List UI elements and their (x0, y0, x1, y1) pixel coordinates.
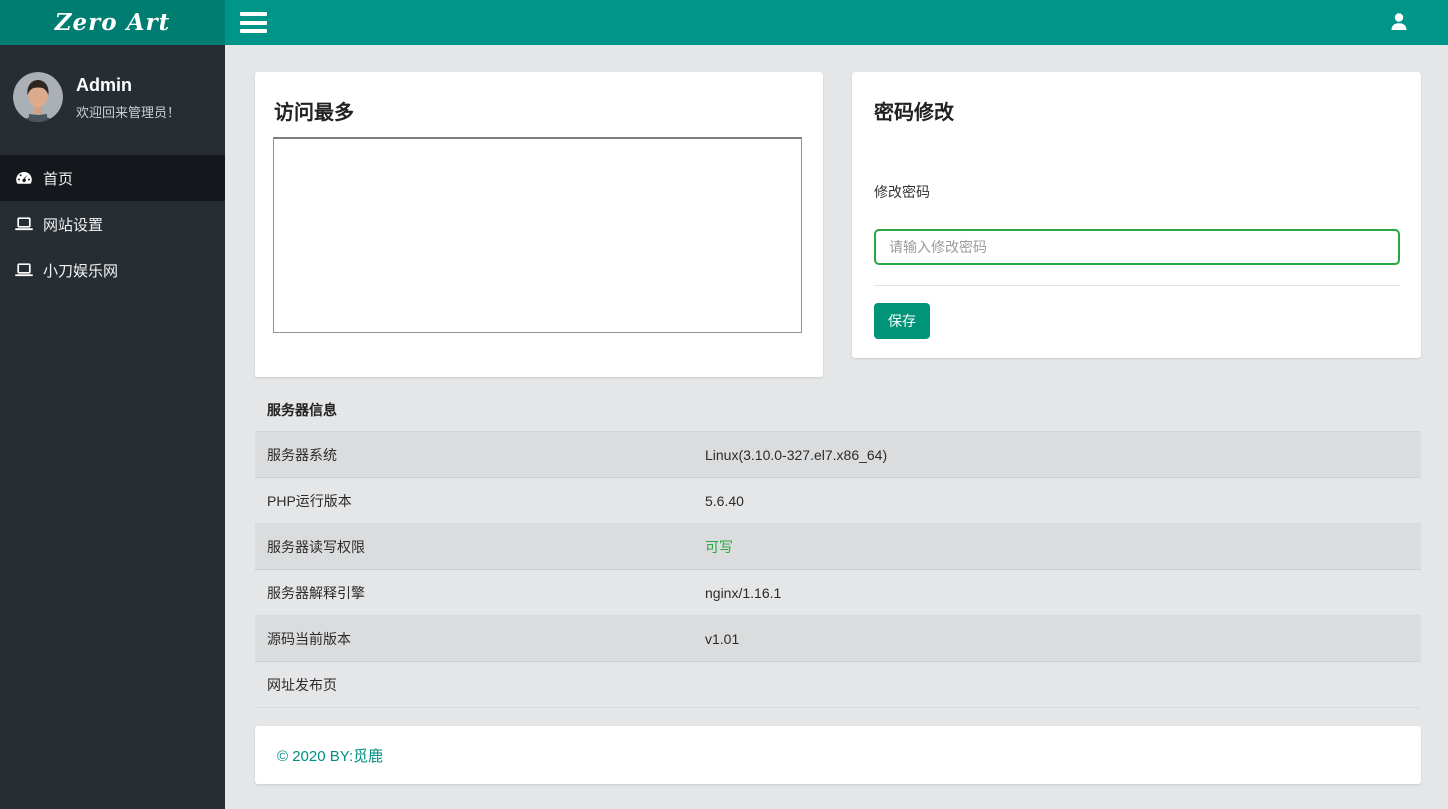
password-input[interactable] (874, 229, 1400, 265)
most-visited-card: 访问最多 (255, 72, 823, 377)
most-visited-title: 访问最多 (274, 102, 354, 124)
password-change-card: 密码修改 修改密码 保存 (852, 72, 1421, 358)
save-button[interactable]: 保存 (874, 303, 930, 339)
footer-card: © 2020 BY:觅鹿 (255, 726, 1421, 784)
server-info-row: 服务器系统 Linux(3.10.0-327.el7.x86_64) (255, 432, 1421, 478)
dashboard-icon (15, 169, 33, 187)
laptop-icon (15, 215, 33, 233)
copyright-text: © 2020 BY:觅鹿 (277, 747, 384, 765)
most-visited-list-box (273, 137, 802, 333)
server-info-row: 服务器解释引擎 nginx/1.16.1 (255, 570, 1421, 616)
server-row-label: 服务器系统 (267, 446, 337, 463)
server-info-row: PHP运行版本 5.6.40 (255, 478, 1421, 524)
laptop-icon (15, 261, 33, 279)
sidebar-item-label: 小刀娱乐网 (43, 262, 119, 280)
sidebar-item-label: 首页 (43, 170, 74, 188)
server-row-label: PHP运行版本 (267, 492, 352, 509)
server-row-label: 源码当前版本 (267, 630, 351, 647)
user-account-icon[interactable] (1391, 13, 1407, 31)
user-welcome-text: 欢迎回来管理员！ (76, 105, 181, 120)
brand-logo[interactable]: Zero Art (0, 0, 225, 45)
server-info-row: 源码当前版本 v1.01 (255, 616, 1421, 662)
user-avatar (13, 72, 63, 122)
password-field-label: 修改密码 (874, 184, 930, 200)
server-row-value: nginx/1.16.1 (705, 584, 782, 601)
server-row-value: 5.6.40 (705, 492, 744, 509)
server-row-label: 服务器读写权限 (267, 538, 365, 555)
server-row-label: 网址发布页 (267, 676, 337, 693)
sidebar-user-panel: Admin 欢迎回来管理员！ (0, 45, 225, 155)
server-info-row: 服务器读写权限 可写 (255, 524, 1421, 570)
server-info-title: 服务器信息 (255, 388, 1421, 432)
sidebar-item-home[interactable]: 首页 (0, 155, 225, 201)
server-info-rows: 服务器系统 Linux(3.10.0-327.el7.x86_64) PHP运行版本… (255, 432, 1421, 708)
sidebar-item-site-settings[interactable]: 网站设置 (0, 201, 225, 247)
form-divider (874, 285, 1400, 286)
sidebar-item-label: 网站设置 (43, 216, 104, 234)
server-row-value: Linux(3.10.0-327.el7.x86_64) (705, 446, 888, 463)
sidebar-item-xiaodao-site[interactable]: 小刀娱乐网 (0, 247, 225, 293)
server-row-value: 可写 (705, 538, 733, 555)
sidebar-nav: 首页网站设置小刀娱乐网 (0, 155, 225, 293)
hamburger-menu-icon[interactable] (240, 12, 267, 33)
sidebar: Admin 欢迎回来管理员！ 首页网站设置小刀娱乐网 (0, 45, 225, 809)
server-row-label: 服务器解释引擎 (267, 584, 365, 601)
server-info-table: 服务器信息 服务器系统 Linux(3.10.0-327.el7.x86_64) P… (255, 388, 1421, 708)
server-info-row: 网址发布页 (255, 662, 1421, 708)
password-change-title: 密码修改 (874, 102, 954, 124)
server-row-value: v1.01 (705, 630, 740, 647)
top-header: Zero Art (0, 0, 1448, 45)
user-name: Admin (76, 75, 132, 95)
